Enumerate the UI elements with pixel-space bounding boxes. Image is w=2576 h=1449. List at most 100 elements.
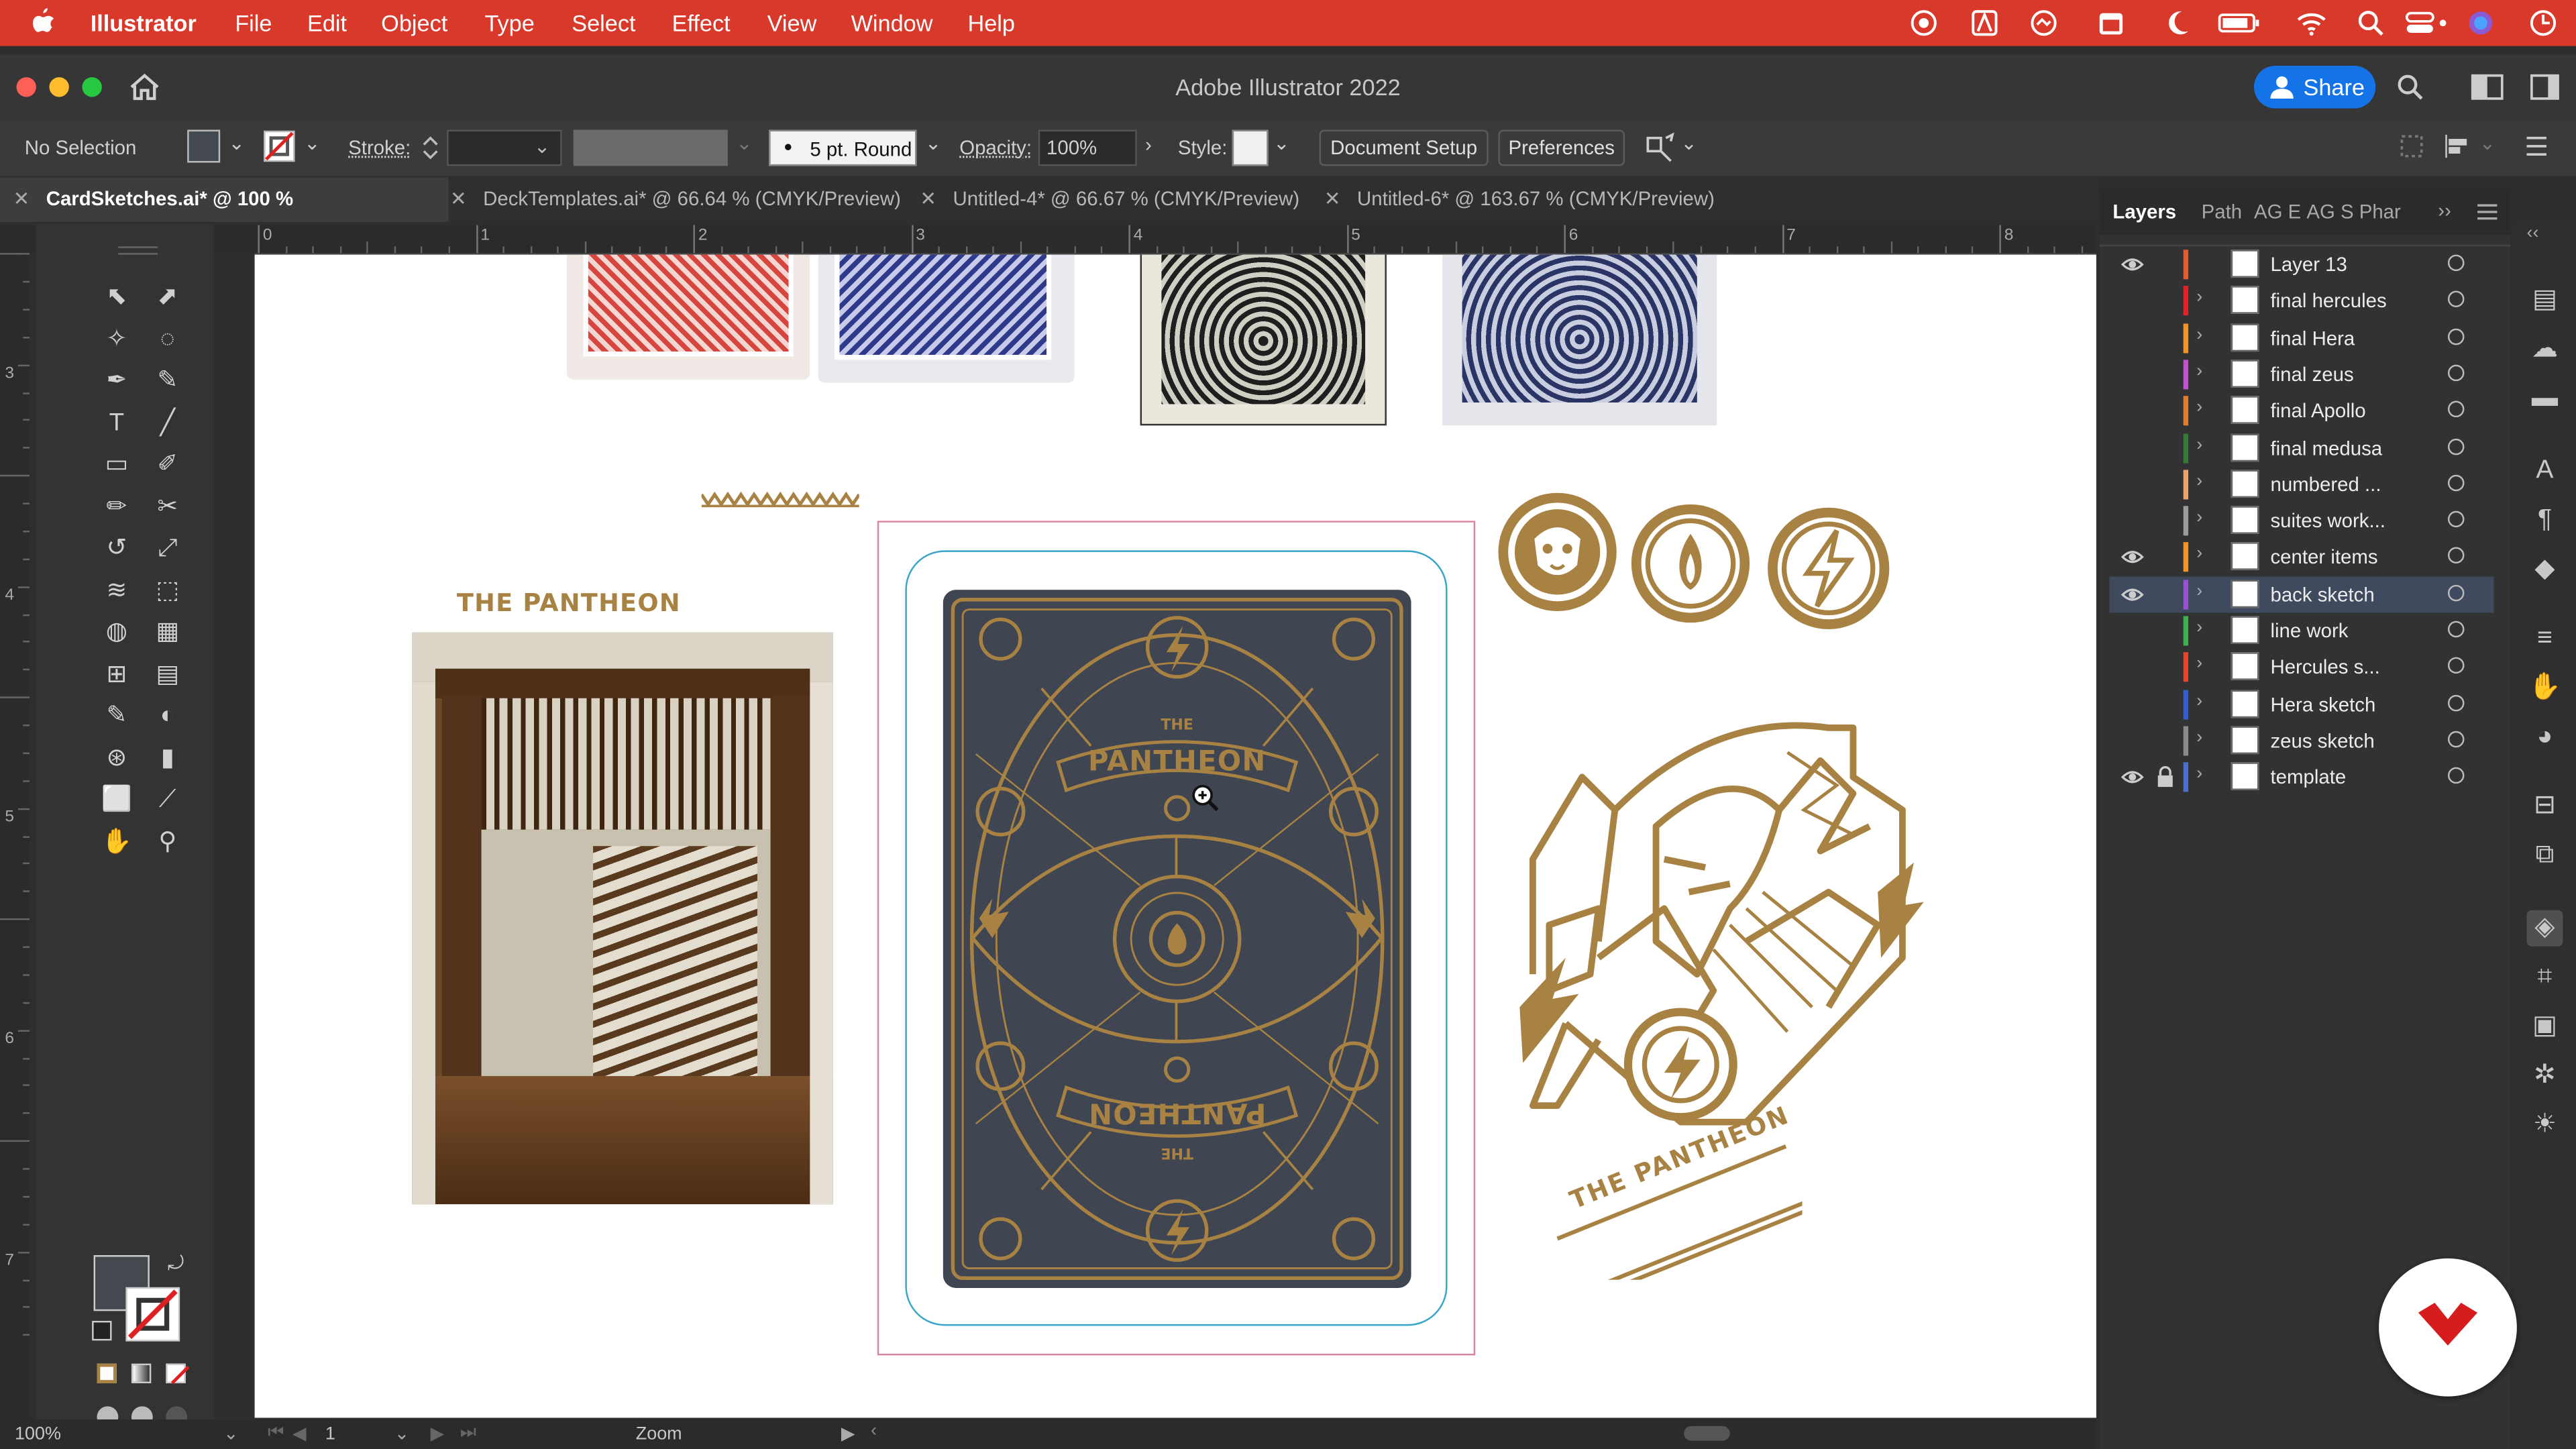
vertical-ruler[interactable]: 3 4 5 6 7 xyxy=(0,253,30,1419)
tab-ag-e[interactable]: AG E xyxy=(2254,201,2301,223)
appearance-icon[interactable]: ◕ xyxy=(2527,720,2563,756)
visibility-eye-icon[interactable] xyxy=(2121,583,2144,606)
horizontal-ruler[interactable]: 0 1 2 3 4 5 6 7 8 xyxy=(254,225,2192,255)
layer-row[interactable]: › Hercules s... xyxy=(2109,649,2493,686)
visibility-eye-icon[interactable] xyxy=(2121,546,2144,569)
asset-export-icon[interactable]: ▣ xyxy=(2527,1009,2563,1045)
none-mode-icon[interactable] xyxy=(166,1363,190,1385)
layer-row[interactable]: › numbered ... xyxy=(2109,466,2493,502)
layer-target-icon[interactable] xyxy=(2447,584,2465,601)
layer-target-icon[interactable] xyxy=(2447,731,2465,748)
lock-toggle[interactable] xyxy=(2155,692,2175,715)
column-graph-icon[interactable]: ▮ xyxy=(148,740,187,776)
layer-name[interactable]: final Apollo xyxy=(2270,400,2365,423)
chevron-right-icon[interactable]: › xyxy=(2196,325,2202,344)
menu-select[interactable]: Select xyxy=(572,10,635,36)
layer-target-icon[interactable] xyxy=(2447,327,2465,345)
gradient-icon[interactable]: ▤ xyxy=(148,656,187,692)
type-icon[interactable]: T xyxy=(97,405,136,441)
visibility-eye-icon[interactable] xyxy=(2121,253,2144,276)
chevron-down-icon[interactable]: ⌄ xyxy=(736,131,753,154)
chevron-right-icon[interactable]: › xyxy=(2196,728,2202,747)
workspace-switcher-icon[interactable] xyxy=(2471,74,2504,100)
layer-name[interactable]: Hercules s... xyxy=(2270,656,2379,679)
chevron-right-icon[interactable]: › xyxy=(2196,362,2202,381)
pantheon-heading[interactable]: THE PANTHEON xyxy=(457,588,681,618)
tab-untitled-6[interactable]: ✕ Untitled-6* @ 163.67 % (CMYK/Preview) xyxy=(1324,177,1735,221)
eyedropper-icon[interactable]: ✎ xyxy=(97,698,136,735)
stroke-stepper-icon[interactable] xyxy=(421,133,440,162)
layer-target-icon[interactable] xyxy=(2447,511,2465,528)
chevron-right-icon[interactable]: › xyxy=(2196,581,2202,600)
calendar-icon[interactable] xyxy=(2096,8,2126,38)
lock-toggle[interactable] xyxy=(2155,326,2175,349)
visibility-toggle[interactable] xyxy=(2121,692,2144,715)
pathfinder-icon[interactable]: ⧉ xyxy=(2527,838,2563,874)
warp-icon[interactable]: ≋ xyxy=(97,572,136,608)
visibility-toggle[interactable] xyxy=(2121,656,2144,679)
close-icon[interactable]: ✕ xyxy=(13,187,30,210)
scale-icon[interactable]: ⤢ xyxy=(148,531,187,567)
chevron-right-icon[interactable]: › xyxy=(2196,654,2202,674)
chevron-down-icon[interactable]: ⌄ xyxy=(2479,131,2496,154)
chevron-right-icon[interactable]: › xyxy=(2196,288,2202,307)
layer-name[interactable]: Layer 13 xyxy=(2270,253,2347,276)
zoom-level[interactable]: 100% xyxy=(15,1424,61,1444)
moon-icon[interactable] xyxy=(2162,8,2192,38)
tab-decktemplates[interactable]: ✕ DeckTemplates.ai* @ 66.64 % (CMYK/Previ… xyxy=(450,177,910,221)
mesh-icon[interactable]: ⊞ xyxy=(97,656,136,692)
lock-toggle[interactable] xyxy=(2155,619,2175,642)
lock-toggle[interactable] xyxy=(2155,656,2175,679)
stroke-panel-icon[interactable]: ≡ xyxy=(2527,621,2563,657)
scroll-left-icon[interactable]: ‹ xyxy=(871,1421,877,1440)
lock-toggle[interactable] xyxy=(2155,363,2175,386)
layer-name[interactable]: numbered ... xyxy=(2270,473,2381,496)
layer-name[interactable]: suites work... xyxy=(2270,509,2385,532)
navy-card-reference[interactable] xyxy=(1442,254,1717,426)
layer-row[interactable]: › final Hera xyxy=(2109,320,2493,356)
close-icon[interactable]: ✕ xyxy=(1324,187,1341,210)
chevron-down-icon[interactable]: ⌄ xyxy=(228,131,245,154)
visibility-toggle[interactable] xyxy=(2121,619,2144,642)
menu-view[interactable]: View xyxy=(767,10,817,36)
panel-menu-icon[interactable] xyxy=(2525,135,2548,158)
layer-target-icon[interactable] xyxy=(2447,474,2465,491)
apple-icon[interactable] xyxy=(30,7,56,36)
layer-name[interactable]: line work xyxy=(2270,619,2348,642)
layer-name[interactable]: final hercules xyxy=(2270,290,2386,313)
chevron-down-icon[interactable]: ⌄ xyxy=(1680,131,1697,154)
visibility-eye-icon[interactable] xyxy=(2121,766,2144,789)
document-setup-button[interactable]: Document Setup xyxy=(1319,129,1489,166)
chevron-right-icon[interactable]: › xyxy=(1145,133,1152,156)
line-icon[interactable]: ╱ xyxy=(148,405,187,441)
chevron-down-icon[interactable]: ⌄ xyxy=(1273,131,1290,154)
preferences-button[interactable]: Preferences xyxy=(1498,129,1625,166)
card-back-design[interactable] xyxy=(943,590,1411,1289)
brush-definition-select[interactable]: ● 5 pt. Round xyxy=(769,129,917,166)
black-card-reference[interactable] xyxy=(1140,254,1387,426)
visibility-toggle[interactable] xyxy=(2121,290,2144,313)
transform-icon[interactable] xyxy=(2399,133,2425,159)
panels-icon[interactable] xyxy=(2530,74,2559,100)
layer-target-icon[interactable] xyxy=(2447,694,2465,711)
zoom-icon[interactable]: ⚲ xyxy=(148,824,187,860)
tab-layers[interactable]: Layers xyxy=(2112,201,2176,223)
opacity-input[interactable]: 100% xyxy=(1038,129,1137,166)
tab-path[interactable]: Path xyxy=(2202,201,2242,223)
color-mode-icon[interactable] xyxy=(97,1363,117,1384)
chevron-down-icon[interactable]: ⌄ xyxy=(925,131,942,154)
visibility-toggle[interactable] xyxy=(2121,436,2144,459)
tab-ag-s[interactable]: AG S xyxy=(2306,201,2353,223)
perspective-icon[interactable]: ▦ xyxy=(148,614,187,651)
lock-toggle[interactable] xyxy=(2155,729,2175,752)
adobe-icon[interactable] xyxy=(1970,8,1999,38)
share-button[interactable]: Share xyxy=(2254,65,2376,109)
layer-target-icon[interactable] xyxy=(2447,547,2465,564)
rotate-icon[interactable]: ↺ xyxy=(97,531,136,567)
menu-type[interactable]: Type xyxy=(484,10,534,36)
free-transform-icon[interactable]: ⬚ xyxy=(148,572,187,608)
spotlight-search-icon[interactable] xyxy=(2356,8,2385,38)
chevron-right-icon[interactable]: › xyxy=(2196,398,2202,417)
swap-colors-icon[interactable]: ⤾ xyxy=(168,1252,184,1277)
layer-name[interactable]: final zeus xyxy=(2270,363,2353,386)
